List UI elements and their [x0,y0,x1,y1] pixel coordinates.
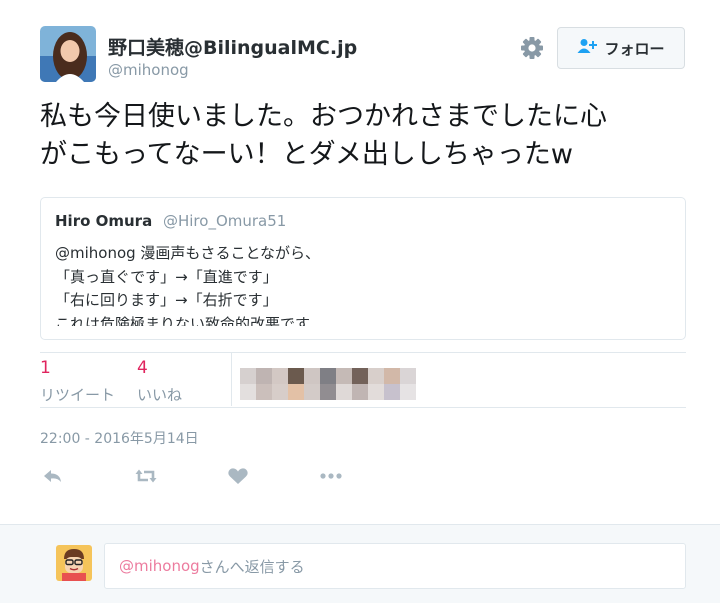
reply-area: @mihonog さんへ返信する [0,524,720,603]
author-avatar[interactable] [40,26,96,82]
reply-icon[interactable] [40,463,66,489]
quoted-author-name: Hiro Omura [55,212,153,230]
tweet-text-line: 私も今日使いました。おつかれさまでしたに心 [40,101,607,132]
tweet-text-line: がこもってなーい！とダメ出ししちゃったw [40,139,573,170]
like-count: 4 [137,358,148,378]
current-user-avatar [56,545,92,581]
divider [40,352,686,353]
retweet-label: リツイート [40,386,116,404]
author-display-name[interactable]: 野口美穂@BilingualMC.jp [108,33,357,60]
more-icon[interactable] [318,463,344,489]
divider [40,407,686,408]
retweet-icon[interactable] [133,463,159,489]
quoted-tweet[interactable]: Hiro Omura @Hiro_Omura51 @mihonog 漫画声もさる… [40,197,686,340]
quoted-line: @mihonog 漫画声もさることながら、 [55,244,320,262]
like-label: いいね [137,386,183,404]
stats-divider [231,352,232,406]
tweet-timestamp[interactable]: 22:00 - 2016年5月14日 [40,428,199,448]
add-user-icon [577,38,598,58]
quoted-line: 「真っ直ぐです」→「直進です」 [55,267,278,286]
tweet-text: 私も今日使いました。おつかれさまでしたに心 がこもってなーい！とダメ出ししちゃっ… [40,98,690,174]
like-stat[interactable]: 4 いいね [137,358,182,405]
retweet-stat[interactable]: 1 リツイート [40,358,115,405]
reply-mention: @mihonog [119,557,200,575]
retweet-count: 1 [40,358,51,378]
gear-icon[interactable] [518,34,546,62]
quoted-tweet-header: Hiro Omura @Hiro_Omura51 [55,212,286,230]
reply-placeholder: さんへ返信する [199,557,305,576]
quoted-author-handle: @Hiro_Omura51 [162,212,287,230]
quoted-line: これは危険極まりない致命的改悪です [55,314,311,327]
reply-input[interactable]: @mihonog さんへ返信する [104,543,686,589]
follow-button-label: フォロー [604,39,665,58]
quoted-tweet-text: @mihonog 漫画声もさることながら、 「真っ直ぐです」→「直進です」 「右… [55,242,665,326]
follow-button[interactable]: フォロー [557,27,685,69]
liker-avatars[interactable] [240,368,416,400]
quoted-line: 「右に回ります」→「右折です」 [55,291,278,309]
heart-icon[interactable] [225,463,251,489]
author-screen-name[interactable]: @mihonog [108,61,189,79]
